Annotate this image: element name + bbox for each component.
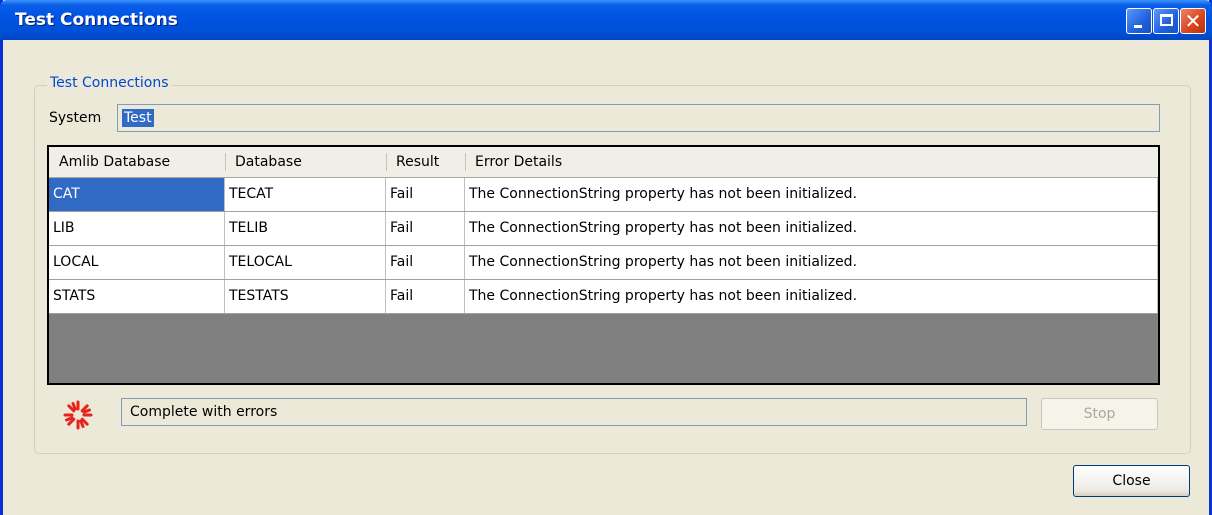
cell-result[interactable]: Fail xyxy=(386,246,465,279)
maximize-button[interactable] xyxy=(1153,8,1179,34)
cell-database[interactable]: TELOCAL xyxy=(225,246,386,279)
close-icon: ✕ xyxy=(1184,9,1202,33)
cell-error-details[interactable]: The ConnectionString property has not be… xyxy=(465,212,1158,245)
minimize-button[interactable] xyxy=(1126,8,1152,34)
cell-error-details[interactable]: The ConnectionString property has not be… xyxy=(465,280,1158,313)
cell-result[interactable]: Fail xyxy=(386,280,465,313)
test-connections-window: Test Connections ✕ Test Connections Syst… xyxy=(0,0,1212,515)
table-row[interactable]: LOCAL TELOCAL Fail The ConnectionString … xyxy=(49,246,1158,280)
cell-database[interactable]: TESTATS xyxy=(225,280,386,313)
column-header-amlib-database[interactable]: Amlib Database xyxy=(49,147,225,177)
cell-error-details[interactable]: The ConnectionString property has not be… xyxy=(465,246,1158,279)
close-button[interactable]: Close xyxy=(1073,465,1190,497)
cell-amlib-database[interactable]: LOCAL xyxy=(49,246,225,279)
table-row[interactable]: CAT TECAT Fail The ConnectionString prop… xyxy=(49,178,1158,212)
system-field[interactable]: Test xyxy=(117,104,1160,132)
title-bar[interactable]: Test Connections ✕ xyxy=(0,0,1212,40)
status-text: Complete with errors xyxy=(130,404,278,420)
group-title: Test Connections xyxy=(47,75,172,91)
grid-header: Amlib Database Database Result Error Det… xyxy=(49,147,1158,178)
system-label: System xyxy=(49,110,102,126)
cell-amlib-database[interactable]: STATS xyxy=(49,280,225,313)
system-value: Test xyxy=(122,109,154,127)
cell-amlib-database[interactable]: LIB xyxy=(49,212,225,245)
stop-button[interactable]: Stop xyxy=(1041,398,1158,430)
cell-error-details[interactable]: The ConnectionString property has not be… xyxy=(465,178,1158,211)
column-header-error-details[interactable]: Error Details xyxy=(465,147,1155,177)
connections-grid[interactable]: Amlib Database Database Result Error Det… xyxy=(47,145,1160,385)
maximize-icon xyxy=(1160,14,1173,26)
status-field: Complete with errors xyxy=(121,398,1027,426)
cell-result[interactable]: Fail xyxy=(386,178,465,211)
cell-database[interactable]: TELIB xyxy=(225,212,386,245)
cell-result[interactable]: Fail xyxy=(386,212,465,245)
cell-amlib-database[interactable]: CAT xyxy=(49,178,225,211)
column-header-result[interactable]: Result xyxy=(386,147,465,177)
window-title: Test Connections xyxy=(15,10,178,30)
close-window-button[interactable]: ✕ xyxy=(1180,8,1206,34)
table-row[interactable]: STATS TESTATS Fail The ConnectionString … xyxy=(49,280,1158,314)
table-row[interactable]: LIB TELIB Fail The ConnectionString prop… xyxy=(49,212,1158,246)
column-header-database[interactable]: Database xyxy=(225,147,386,177)
cell-database[interactable]: TECAT xyxy=(225,178,386,211)
spinner-icon xyxy=(63,400,93,430)
minimize-icon xyxy=(1134,25,1142,28)
